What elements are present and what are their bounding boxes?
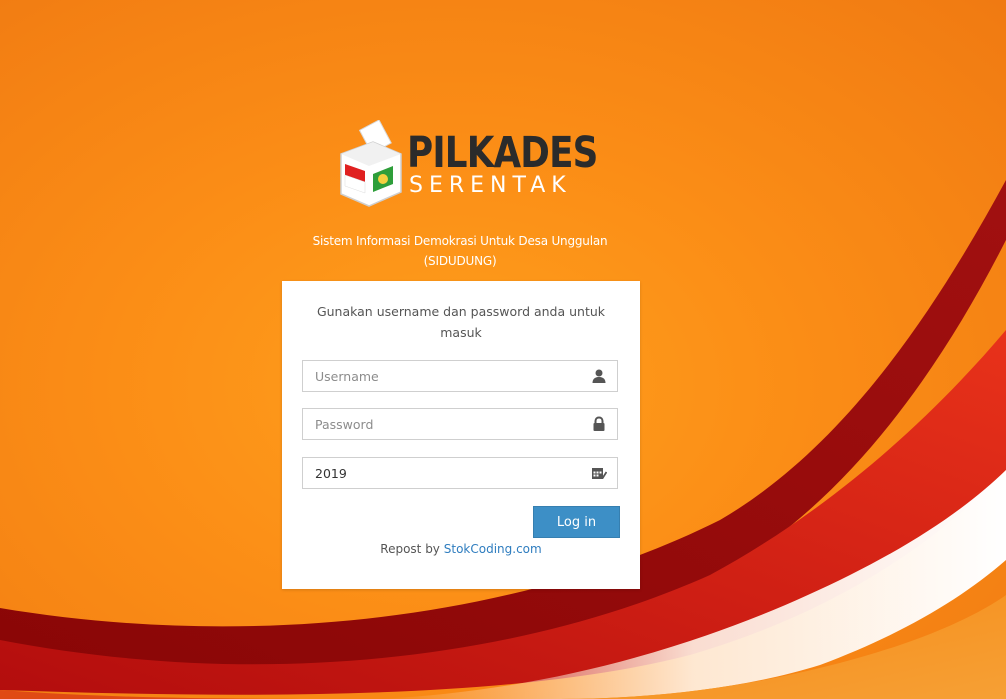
logo: PILKADES SERENTAK [335,120,598,210]
app-description: Sistem Informasi Demokrasi Untuk Desa Un… [300,231,620,271]
year-field-wrapper [302,457,618,489]
user-icon [592,369,606,383]
app-description-line2: (SIDUDUNG) [423,254,497,268]
stokcoding-link[interactable]: StokCoding.com [444,542,542,556]
ballot-box-icon [340,120,402,207]
login-button[interactable]: Log in [533,506,620,538]
app-description-line1: Sistem Informasi Demokrasi Untuk Desa Un… [312,234,608,248]
login-instructions-line1: Gunakan username dan password anda untuk [316,304,606,319]
repost-prefix: Repost by [380,542,440,556]
login-card: Gunakan username dan password anda untuk… [282,281,640,589]
year-input[interactable] [303,458,583,488]
username-field-wrapper [302,360,618,392]
username-input[interactable] [303,361,583,391]
repost-credit: Repost by StokCoding.com [302,540,620,558]
logo-subtitle: SERENTAK [409,173,572,198]
calendar-check-icon [592,468,607,480]
login-instructions-line2: masuk [440,325,482,340]
lock-icon [593,416,605,431]
logo-title: PILKADES [407,128,598,178]
password-input[interactable] [303,409,583,439]
password-field-wrapper [302,408,618,440]
login-instructions: Gunakan username dan password anda untuk… [302,301,620,343]
